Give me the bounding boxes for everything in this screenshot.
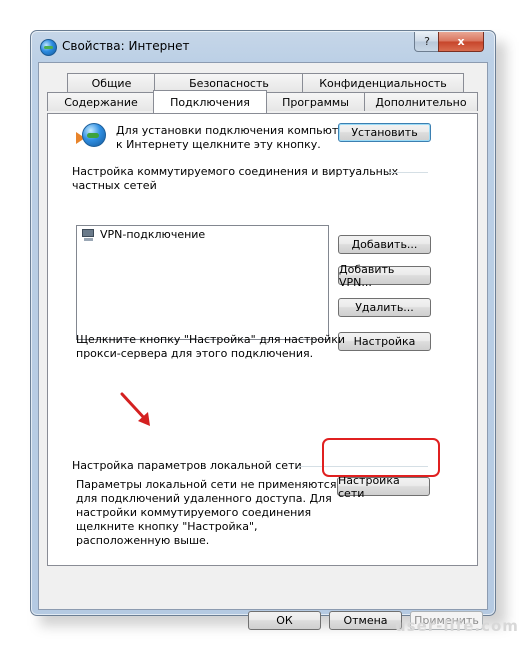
lan-text-line1: Параметры локальной сети не применяются bbox=[76, 478, 337, 491]
setup-text-line2: к Интернету щелкните эту кнопку. bbox=[116, 138, 321, 151]
tab-connections[interactable]: Подключения bbox=[153, 90, 267, 113]
highlight-frame bbox=[322, 438, 440, 477]
window-title: Свойства: Интернет bbox=[62, 39, 190, 53]
close-button[interactable]: x bbox=[438, 32, 484, 52]
tab-programs[interactable]: Программы bbox=[265, 92, 366, 111]
lan-text-line4: щелкните кнопку "Настройка", bbox=[76, 520, 258, 533]
tab-privacy[interactable]: Конфиденциальность bbox=[302, 73, 464, 92]
add-button[interactable]: Добавить... bbox=[338, 235, 431, 254]
list-item-label: VPN-подключение bbox=[100, 228, 206, 241]
remove-button[interactable]: Удалить... bbox=[338, 298, 431, 317]
lan-text-line2: для подключений удаленного доступа. Для bbox=[76, 492, 332, 505]
connections-list[interactable]: VPN-подключение bbox=[76, 225, 329, 340]
ok-button[interactable]: ОК bbox=[248, 611, 321, 630]
connection-settings-button[interactable]: Настройка bbox=[338, 332, 431, 351]
dialog-client-area: Общие Безопасность Конфиденциальность Со… bbox=[38, 62, 488, 630]
dialup-header-line1: Настройка коммутируемого соединения и ви… bbox=[72, 165, 399, 178]
cancel-button[interactable]: Отмена bbox=[329, 611, 402, 630]
tab-content[interactable]: Содержание bbox=[47, 92, 155, 111]
red-arrow-annotation bbox=[120, 392, 150, 426]
lan-header: Настройка параметров локальной сети bbox=[72, 459, 302, 472]
setup-text-line1: Для установки подключения компьютера bbox=[116, 124, 359, 137]
lan-text-line5: расположенную выше. bbox=[76, 534, 210, 547]
help-button[interactable]: ? bbox=[414, 32, 440, 52]
list-item[interactable]: VPN-подключение bbox=[81, 228, 205, 241]
watermark: user-life.com bbox=[395, 617, 519, 635]
tab-advanced[interactable]: Дополнительно bbox=[364, 92, 478, 111]
connections-panel: Для установки подключения компьютера к И… bbox=[47, 113, 478, 566]
proxy-text-line2: прокси-сервера для этого подключения. bbox=[76, 347, 314, 360]
proxy-text-line1: Щелкните кнопку "Настройка" для настройк… bbox=[76, 333, 346, 346]
internet-globe-icon bbox=[40, 39, 57, 56]
setup-button[interactable]: Установить bbox=[338, 123, 431, 142]
internet-properties-dialog: Свойства: Интернет ? x Общие Безопасност… bbox=[30, 30, 496, 630]
lan-text-line3: настройки коммутируемого соединения bbox=[76, 506, 312, 519]
title-bar[interactable]: Свойства: Интернет ? x bbox=[31, 31, 495, 61]
dialup-separator bbox=[388, 172, 428, 173]
tab-general[interactable]: Общие bbox=[67, 73, 156, 92]
add-vpn-button[interactable]: Добавить VPN... bbox=[338, 263, 431, 289]
internet-connection-icon bbox=[76, 123, 106, 149]
vpn-connection-icon bbox=[81, 228, 96, 241]
lan-settings-button[interactable]: Настройка сети bbox=[337, 474, 430, 500]
dialup-header-line2: частных сетей bbox=[72, 179, 157, 192]
